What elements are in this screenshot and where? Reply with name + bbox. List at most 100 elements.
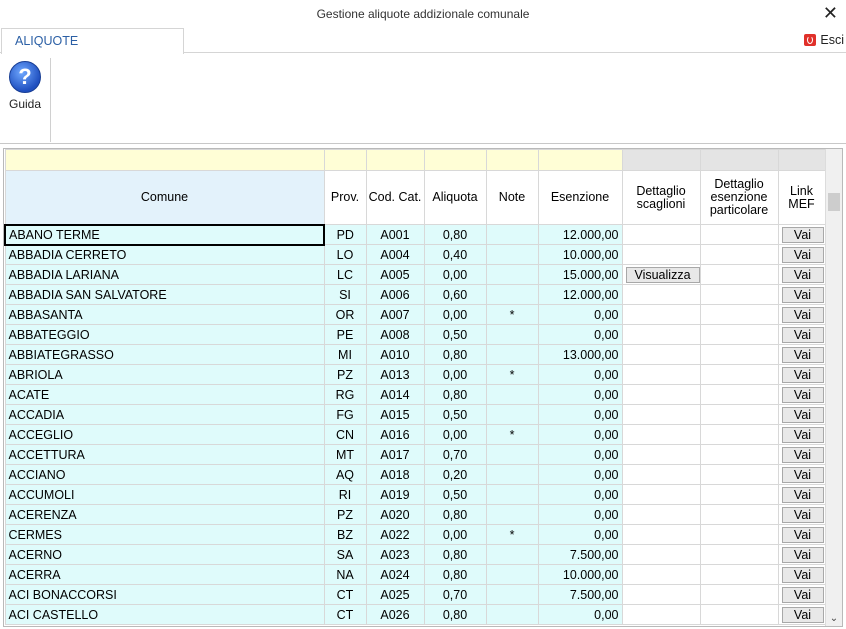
- cell-prov[interactable]: CT: [323, 604, 367, 625]
- cell-aliquota[interactable]: 0,80: [423, 504, 487, 525]
- cell-esenzione[interactable]: 7.500,00: [537, 544, 623, 565]
- cell-comune[interactable]: ACCETTURA: [4, 444, 325, 465]
- cell-prov[interactable]: MT: [323, 444, 367, 465]
- cell-note[interactable]: [485, 604, 539, 625]
- col-header-aliquota[interactable]: Aliquota: [423, 170, 487, 225]
- cell-note[interactable]: [485, 504, 539, 525]
- cell-dettaglio-esenzione[interactable]: [699, 324, 779, 345]
- cell-aliquota[interactable]: 0,50: [423, 404, 487, 425]
- cell-note[interactable]: [485, 404, 539, 425]
- cell-esenzione[interactable]: 15.000,00: [537, 264, 623, 285]
- cell-esenzione[interactable]: 0,00: [537, 484, 623, 505]
- table-row[interactable]: ACCEGLIO CN A016 0,00 * 0,00 Vai: [4, 424, 826, 445]
- vai-button[interactable]: Vai: [781, 546, 824, 563]
- cell-dettaglio-scaglioni[interactable]: [621, 464, 701, 485]
- cell-dettaglio-scaglioni[interactable]: [621, 224, 701, 245]
- cell-note[interactable]: [485, 584, 539, 605]
- cell-esenzione[interactable]: 7.500,00: [537, 584, 623, 605]
- vai-button[interactable]: Vai: [781, 446, 824, 463]
- table-row[interactable]: ABANO TERME PD A001 0,80 12.000,00 Vai: [4, 223, 826, 246]
- cell-esenzione[interactable]: 10.000,00: [537, 244, 623, 265]
- cell-note[interactable]: *: [485, 524, 539, 545]
- scroll-up-area[interactable]: [826, 149, 842, 169]
- table-row[interactable]: ACERRA NA A024 0,80 10.000,00 Vai: [4, 564, 826, 585]
- cell-comune[interactable]: ABBATEGGIO: [4, 324, 325, 345]
- cell-dettaglio-scaglioni[interactable]: [621, 364, 701, 385]
- scroll-thumb[interactable]: [828, 193, 840, 211]
- cell-esenzione[interactable]: 0,00: [537, 324, 623, 345]
- cell-cod-cat[interactable]: A004: [365, 244, 425, 265]
- col-header-comune[interactable]: Comune: [4, 170, 325, 225]
- cell-esenzione[interactable]: 0,00: [537, 384, 623, 405]
- cell-comune[interactable]: ABBASANTA: [4, 304, 325, 325]
- cell-esenzione[interactable]: 0,00: [537, 304, 623, 325]
- cell-comune[interactable]: ABBADIA SAN SALVATORE: [4, 284, 325, 305]
- vai-button[interactable]: Vai: [781, 346, 824, 363]
- cell-cod-cat[interactable]: A026: [365, 604, 425, 625]
- tab-aliquote[interactable]: ALIQUOTE: [1, 28, 184, 54]
- cell-dettaglio-esenzione[interactable]: [699, 284, 779, 305]
- cell-esenzione[interactable]: 0,00: [537, 424, 623, 445]
- table-row[interactable]: ABBATEGGIO PE A008 0,50 0,00 Vai: [4, 324, 826, 345]
- cell-cod-cat[interactable]: A001: [365, 224, 425, 245]
- cell-comune[interactable]: ACCEGLIO: [4, 424, 325, 445]
- scroll-down-icon[interactable]: ⌄: [826, 612, 842, 626]
- cell-comune[interactable]: ABBADIA CERRETO: [4, 244, 325, 265]
- cell-aliquota[interactable]: 0,70: [423, 584, 487, 605]
- cell-cod-cat[interactable]: A018: [365, 464, 425, 485]
- cell-note[interactable]: *: [485, 424, 539, 445]
- cell-aliquota[interactable]: 0,80: [423, 344, 487, 365]
- col-header-link-mef[interactable]: Link MEF: [777, 170, 826, 225]
- cell-esenzione[interactable]: 13.000,00: [537, 344, 623, 365]
- cell-prov[interactable]: PE: [323, 324, 367, 345]
- cell-esenzione[interactable]: 0,00: [537, 524, 623, 545]
- cell-note[interactable]: *: [485, 304, 539, 325]
- col-header-esenzione[interactable]: Esenzione: [537, 170, 623, 225]
- help-button[interactable]: ? Guida: [5, 61, 45, 111]
- cell-aliquota[interactable]: 0,70: [423, 444, 487, 465]
- cell-comune[interactable]: ACI BONACCORSI: [4, 584, 325, 605]
- cell-cod-cat[interactable]: A024: [365, 564, 425, 585]
- vai-button[interactable]: Vai: [781, 226, 824, 243]
- cell-note[interactable]: [485, 224, 539, 245]
- table-row[interactable]: ACCETTURA MT A017 0,70 0,00 Vai: [4, 444, 826, 465]
- cell-prov[interactable]: PZ: [323, 504, 367, 525]
- cell-esenzione[interactable]: 0,00: [537, 504, 623, 525]
- cell-dettaglio-esenzione[interactable]: [699, 224, 779, 245]
- cell-prov[interactable]: MI: [323, 344, 367, 365]
- cell-aliquota[interactable]: 0,20: [423, 464, 487, 485]
- cell-cod-cat[interactable]: A020: [365, 504, 425, 525]
- cell-dettaglio-scaglioni[interactable]: [621, 384, 701, 405]
- col-header-dettaglio-esenzione[interactable]: Dettaglio esenzione particolare: [699, 170, 779, 225]
- cell-dettaglio-esenzione[interactable]: [699, 524, 779, 545]
- cell-dettaglio-esenzione[interactable]: [699, 464, 779, 485]
- vai-button[interactable]: Vai: [781, 326, 824, 343]
- vai-button[interactable]: Vai: [781, 506, 824, 523]
- cell-note[interactable]: [485, 284, 539, 305]
- vai-button[interactable]: Vai: [781, 306, 824, 323]
- table-row[interactable]: ABBASANTA OR A007 0,00 * 0,00 Vai: [4, 304, 826, 325]
- cell-prov[interactable]: FG: [323, 404, 367, 425]
- cell-comune[interactable]: ABBADIA LARIANA: [4, 264, 325, 285]
- cell-dettaglio-esenzione[interactable]: [699, 384, 779, 405]
- cell-aliquota[interactable]: 0,00: [423, 264, 487, 285]
- table-row[interactable]: ABBADIA LARIANA LC A005 0,00 15.000,00 Visual…: [4, 264, 826, 285]
- cell-comune[interactable]: ACCIANO: [4, 464, 325, 485]
- cell-cod-cat[interactable]: A019: [365, 484, 425, 505]
- cell-prov[interactable]: OR: [323, 304, 367, 325]
- cell-comune[interactable]: CERMES: [4, 524, 325, 545]
- vai-button[interactable]: Vai: [781, 406, 824, 423]
- cell-prov[interactable]: LC: [323, 264, 367, 285]
- cell-esenzione[interactable]: 12.000,00: [537, 224, 623, 245]
- cell-aliquota[interactable]: 0,00: [423, 364, 487, 385]
- cell-prov[interactable]: NA: [323, 564, 367, 585]
- cell-prov[interactable]: PD: [323, 224, 367, 245]
- cell-dettaglio-scaglioni[interactable]: [621, 444, 701, 465]
- cell-dettaglio-esenzione[interactable]: [699, 244, 779, 265]
- cell-dettaglio-scaglioni[interactable]: [621, 524, 701, 545]
- cell-prov[interactable]: PZ: [323, 364, 367, 385]
- cell-dettaglio-scaglioni[interactable]: [621, 544, 701, 565]
- cell-cod-cat[interactable]: A022: [365, 524, 425, 545]
- cell-dettaglio-esenzione[interactable]: [699, 484, 779, 505]
- filter-cod-cat[interactable]: [365, 149, 425, 171]
